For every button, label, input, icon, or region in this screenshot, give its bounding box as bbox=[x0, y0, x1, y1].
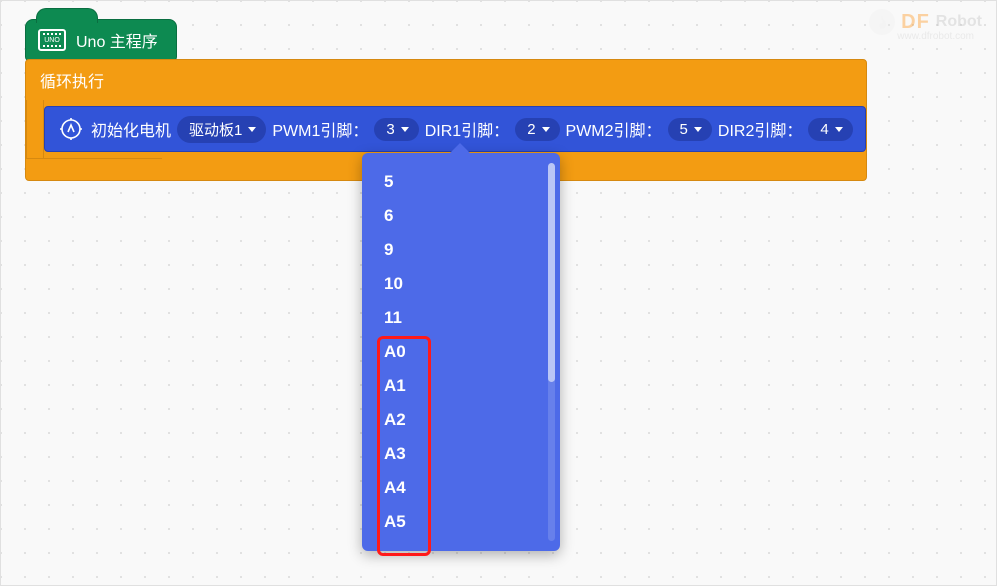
loop-bottom bbox=[26, 158, 162, 180]
driver-dropdown[interactable]: 驱动板1 bbox=[177, 116, 266, 143]
pin-option[interactable]: 11 bbox=[362, 301, 560, 335]
chevron-down-icon bbox=[542, 127, 550, 132]
loop-label: 循环执行 bbox=[26, 60, 866, 100]
chevron-down-icon bbox=[694, 127, 702, 132]
pin-option[interactable]: A2 bbox=[362, 403, 560, 437]
uno-chip-icon: UNO bbox=[38, 29, 66, 51]
watermark-url: www.dfrobot.com bbox=[897, 31, 974, 42]
dropdown-scrollbar[interactable] bbox=[548, 163, 555, 541]
dropdown-scroll-thumb[interactable] bbox=[548, 163, 555, 382]
pwm2-dropdown[interactable]: 5 bbox=[668, 118, 712, 141]
flame-icon bbox=[869, 9, 895, 35]
pwm2-value: 5 bbox=[680, 121, 688, 138]
pin-option[interactable]: A1 bbox=[362, 369, 560, 403]
motor-icon bbox=[57, 115, 85, 143]
pin-option[interactable]: A4 bbox=[362, 471, 560, 505]
hat-title: Uno 主程序 bbox=[76, 28, 158, 52]
dir1-value: 2 bbox=[527, 121, 535, 138]
pwm1-value: 3 bbox=[386, 121, 394, 138]
pin-option[interactable]: 6 bbox=[362, 199, 560, 233]
pin-option[interactable]: A0 bbox=[362, 335, 560, 369]
watermark-suffix: Robot bbox=[936, 13, 982, 31]
pin-dropdown-menu[interactable]: 5691011A0A1A2A3A4A5 bbox=[362, 153, 560, 551]
pwm1-label: PWM1引脚： bbox=[272, 117, 368, 141]
driver-value: 驱动板1 bbox=[189, 119, 242, 140]
chevron-down-icon bbox=[401, 127, 409, 132]
pin-option[interactable]: A3 bbox=[362, 437, 560, 471]
dir2-dropdown[interactable]: 4 bbox=[808, 118, 852, 141]
motor-init-label: 初始化电机 bbox=[91, 117, 171, 141]
pin-option[interactable]: 10 bbox=[362, 267, 560, 301]
pin-option[interactable]: A5 bbox=[362, 505, 560, 539]
pwm1-dropdown[interactable]: 3 bbox=[374, 118, 418, 141]
chevron-down-icon bbox=[835, 127, 843, 132]
uno-chip-label: UNO bbox=[44, 37, 60, 44]
dir1-dropdown[interactable]: 2 bbox=[515, 118, 559, 141]
pwm2-label: PWM2引脚： bbox=[566, 117, 662, 141]
hat-block-uno-main[interactable]: UNO Uno 主程序 bbox=[25, 19, 177, 61]
dir2-label: DIR2引脚： bbox=[718, 117, 802, 141]
pin-option[interactable]: 9 bbox=[362, 233, 560, 267]
pin-option[interactable]: 5 bbox=[362, 165, 560, 199]
loop-arm bbox=[26, 100, 44, 158]
dir2-value: 4 bbox=[820, 121, 828, 138]
chevron-down-icon bbox=[248, 127, 256, 132]
dir1-label: DIR1引脚： bbox=[425, 117, 509, 141]
